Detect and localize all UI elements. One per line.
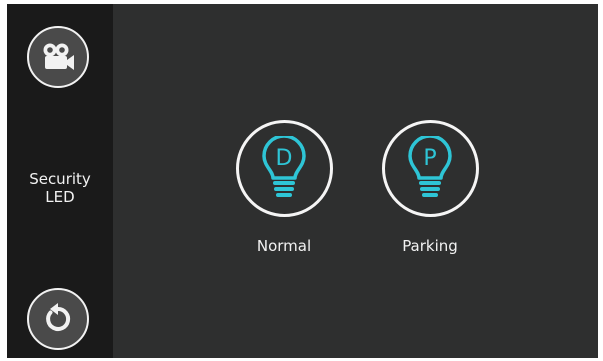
camera-button[interactable] — [27, 26, 89, 88]
parking-mode-label: Parking — [402, 237, 458, 255]
page-title-line2: LED — [45, 188, 75, 206]
parking-bulb-letter: P — [423, 146, 436, 171]
normal-mode-label: Normal — [256, 237, 312, 255]
parking-mode-button[interactable]: P — [381, 120, 479, 217]
bulb-icon: D — [262, 135, 306, 197]
normal-mode-option[interactable]: D Normal — [229, 120, 339, 255]
page-title: Security LED — [7, 170, 113, 206]
back-button[interactable] — [27, 288, 89, 350]
parking-mode-option[interactable]: P Parking — [375, 120, 485, 255]
sidebar: Security LED — [7, 4, 113, 358]
refresh-back-icon — [46, 303, 71, 331]
bulb-icon: P — [408, 135, 452, 197]
screen: Security LED D Normal P Parking — [7, 4, 598, 358]
normal-mode-button[interactable]: D — [235, 120, 333, 217]
video-camera-icon — [43, 43, 74, 70]
main-panel: D Normal P Parking — [113, 4, 598, 358]
normal-bulb-letter: D — [276, 146, 293, 171]
page-title-line1: Security — [29, 170, 91, 188]
